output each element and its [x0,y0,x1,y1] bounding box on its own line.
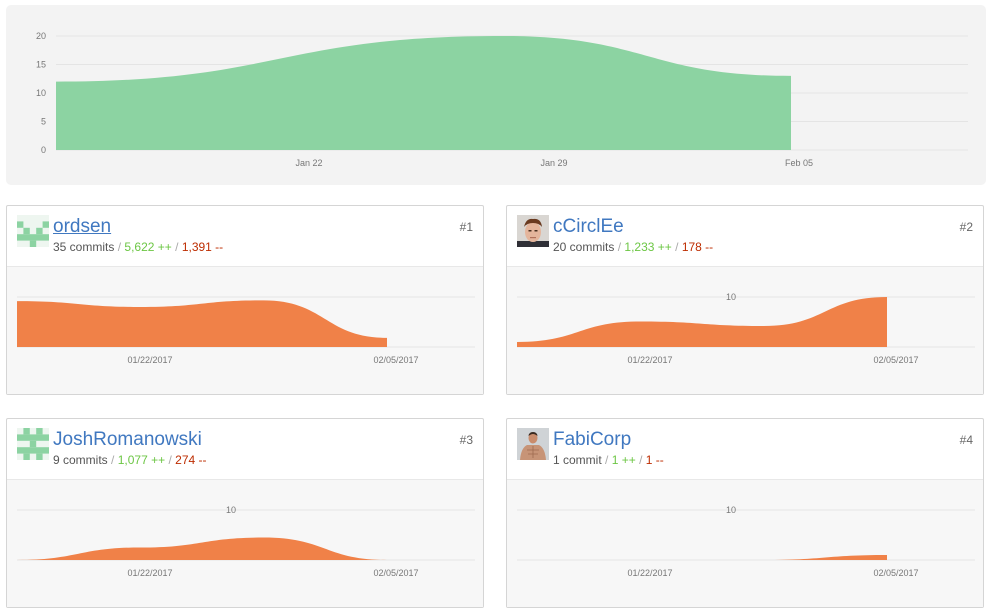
contributor-rank: #4 [959,433,973,447]
y-tick-label: 10 [36,88,46,98]
contributor-card-ordsen: ordsen 35 commits / 5,622 ++ / 1,391 -- … [6,205,484,395]
commits-overview-chart: 20 15 10 5 0 Jan 22 Jan 29 Feb 05 [6,5,986,185]
y-tick-label: 10 [726,505,736,515]
deletions-count: 274 -- [175,453,207,467]
contributor-area-series [17,537,387,560]
contributor-chart-svg: 10 01/22/2017 02/05/2017 [517,505,975,578]
x-tick-label: 01/22/2017 [627,355,672,365]
identicon-icon [17,428,49,460]
shirtless-man-photo-icon [517,428,549,460]
x-tick-label: Jan 22 [295,158,322,168]
contributor-area-series [17,300,387,347]
y-tick-label: 15 [36,60,46,70]
man-face-photo-icon [517,215,549,247]
commit-count: 20 commits [553,240,615,254]
contributor-header: cCirclEe 20 commits / 1,233 ++ / 178 -- … [507,206,983,267]
contributor-stats: 9 commits / 1,077 ++ / 274 -- [53,453,207,467]
user-photo-avatar[interactable] [517,215,549,247]
contributor-stats: 35 commits / 5,622 ++ / 1,391 -- [53,240,224,254]
contributor-stats: 1 commit / 1 ++ / 1 -- [553,453,664,467]
contributor-chart: 10 01/22/2017 02/05/2017 [7,480,483,607]
y-tick-label: 10 [726,292,736,302]
contributor-area-series [517,555,887,560]
y-tick-label: 5 [41,117,46,127]
identicon-icon [17,215,49,247]
x-tick-label: 02/05/2017 [373,568,418,578]
contributor-chart-svg: 10 01/22/2017 02/05/2017 [17,505,475,578]
contributor-rank: #2 [959,220,973,234]
x-tick-label: Feb 05 [785,158,813,168]
deletions-count: 1,391 -- [181,240,224,254]
contributor-header: FabiCorp 1 commit / 1 ++ / 1 -- #4 [507,419,983,480]
deletions-count: 178 -- [681,240,714,254]
additions-count: 1,077 ++ [117,453,166,467]
overview-area-series [56,36,791,150]
contributor-rank: #3 [459,433,473,447]
y-tick-label: 10 [226,505,236,515]
x-tick-label: 01/22/2017 [127,568,172,578]
contributor-card-fabicorp: FabiCorp 1 commit / 1 ++ / 1 -- #4 10 01/… [506,418,984,608]
identicon-avatar[interactable] [17,215,49,247]
contributor-chart-svg: 10 01/22/2017 02/05/2017 [517,292,975,365]
additions-count: 1 ++ [611,453,636,467]
additions-count: 5,622 ++ [124,240,172,254]
contributor-chart: 01/22/2017 02/05/2017 [7,267,483,394]
commit-count: 9 commits [53,453,108,467]
contributor-chart-svg: 01/22/2017 02/05/2017 [17,296,475,365]
contributor-card-joshromanowski: JoshRomanowski 9 commits / 1,077 ++ / 27… [6,418,484,608]
contributor-header: JoshRomanowski 9 commits / 1,077 ++ / 27… [7,419,483,480]
y-tick-label: 20 [36,31,46,41]
contributor-name-link[interactable]: FabiCorp [553,428,631,452]
contributor-header: ordsen 35 commits / 5,622 ++ / 1,391 -- … [7,206,483,267]
contributor-name-link[interactable]: cCirclEe [553,215,624,239]
deletions-count: 1 -- [645,453,664,467]
overview-chart-svg: 20 15 10 5 0 Jan 22 Jan 29 Feb 05 [36,31,968,168]
contributor-card-ccirclee: cCirclEe 20 commits / 1,233 ++ / 178 -- … [506,205,984,395]
contributor-chart: 10 01/22/2017 02/05/2017 [507,267,983,394]
additions-count: 1,233 ++ [624,240,672,254]
contributor-name-link[interactable]: JoshRomanowski [53,428,202,452]
commit-count: 35 commits [53,240,115,254]
x-tick-label: 01/22/2017 [127,355,172,365]
contributor-stats: 20 commits / 1,233 ++ / 178 -- [553,240,714,254]
identicon-avatar[interactable] [17,428,49,460]
commit-count: 1 commit [553,453,602,467]
x-tick-label: 02/05/2017 [373,355,418,365]
contributor-rank: #1 [459,220,473,234]
x-tick-label: 02/05/2017 [873,568,918,578]
user-photo-avatar[interactable] [517,428,549,460]
y-tick-label: 0 [41,145,46,155]
x-tick-label: 01/22/2017 [627,568,672,578]
contributor-area-series [517,297,887,347]
contributor-chart: 10 01/22/2017 02/05/2017 [507,480,983,607]
x-tick-label: Jan 29 [540,158,567,168]
contributor-name-link[interactable]: ordsen [53,215,111,239]
x-tick-label: 02/05/2017 [873,355,918,365]
